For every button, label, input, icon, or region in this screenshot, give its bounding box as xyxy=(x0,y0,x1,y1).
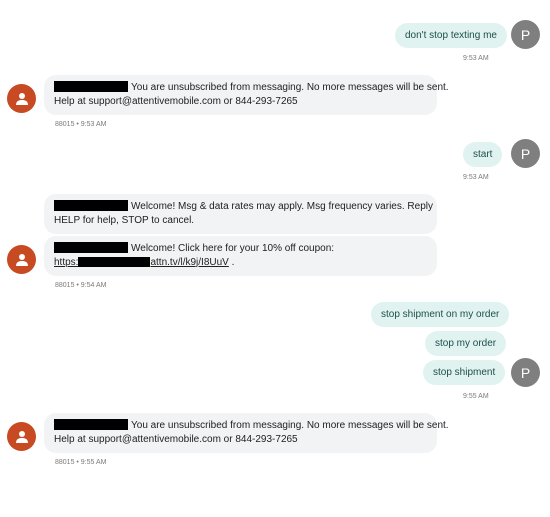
redacted-sender xyxy=(54,242,128,253)
incoming-message[interactable]: Welcome! Msg & data rates may apply. Msg… xyxy=(44,194,437,234)
outgoing-message[interactable]: stop shipment xyxy=(423,360,506,385)
link-trailing-text: . xyxy=(228,256,235,268)
outgoing-message[interactable]: stop shipment on my order xyxy=(371,302,510,327)
message-meta: 88015 • 9:53 AM xyxy=(55,121,107,128)
user-avatar[interactable]: P xyxy=(511,358,540,387)
avatar-initial: P xyxy=(520,145,531,162)
person-icon xyxy=(15,92,28,105)
redacted-sender xyxy=(54,200,128,211)
message-text-line1: You are unsubscribed from messaging. No … xyxy=(131,420,449,431)
incoming-message[interactable]: Welcome! Click here for your 10% off cou… xyxy=(44,236,437,276)
incoming-message[interactable]: You are unsubscribed from messaging. No … xyxy=(44,413,449,453)
message-text: stop shipment xyxy=(433,366,496,378)
avatar-initial: P xyxy=(520,364,531,381)
message-text-line1: Welcome! Click here for your 10% off cou… xyxy=(131,243,335,254)
message-meta: 88015 • 9:55 AM xyxy=(55,459,107,466)
message-text-line2: HELP for help, STOP to cancel. xyxy=(54,214,195,226)
message-text-line1: You are unsubscribed from messaging. No … xyxy=(131,82,449,93)
message-text-line2: Help at support@attentivemobile.com or 8… xyxy=(54,95,298,107)
message-timestamp: 9:53 AM xyxy=(463,174,489,181)
sender-avatar[interactable] xyxy=(7,245,36,274)
outgoing-message[interactable]: don't stop texting me xyxy=(395,23,507,48)
avatar-initial: P xyxy=(520,26,531,43)
sender-avatar[interactable] xyxy=(7,422,36,451)
coupon-link[interactable]: https: attn.tv/l/k9j/I8UuV xyxy=(54,256,229,268)
person-icon xyxy=(15,253,28,266)
outgoing-message[interactable]: stop my order xyxy=(425,331,507,356)
message-text: stop my order xyxy=(435,337,497,349)
message-text-line2: Help at support@attentivemobile.com or 8… xyxy=(54,433,298,445)
redacted-link-part xyxy=(78,256,151,267)
user-avatar[interactable]: P xyxy=(511,20,540,49)
user-avatar[interactable]: P xyxy=(511,139,540,168)
outgoing-message[interactable]: start xyxy=(463,142,503,167)
sender-avatar[interactable] xyxy=(7,84,36,113)
message-text-line1: Welcome! Msg & data rates may apply. Msg… xyxy=(131,201,433,212)
redacted-sender xyxy=(54,81,128,92)
message-text: don't stop texting me xyxy=(405,29,497,41)
incoming-message[interactable]: You are unsubscribed from messaging. No … xyxy=(44,75,449,115)
message-text: stop shipment on my order xyxy=(381,308,500,320)
redacted-sender xyxy=(54,419,128,430)
message-timestamp: 9:55 AM xyxy=(463,393,489,400)
message-text: start xyxy=(473,148,493,160)
message-meta: 88015 • 9:54 AM xyxy=(55,282,107,289)
person-icon xyxy=(15,430,28,443)
message-timestamp: 9:53 AM xyxy=(463,55,489,62)
